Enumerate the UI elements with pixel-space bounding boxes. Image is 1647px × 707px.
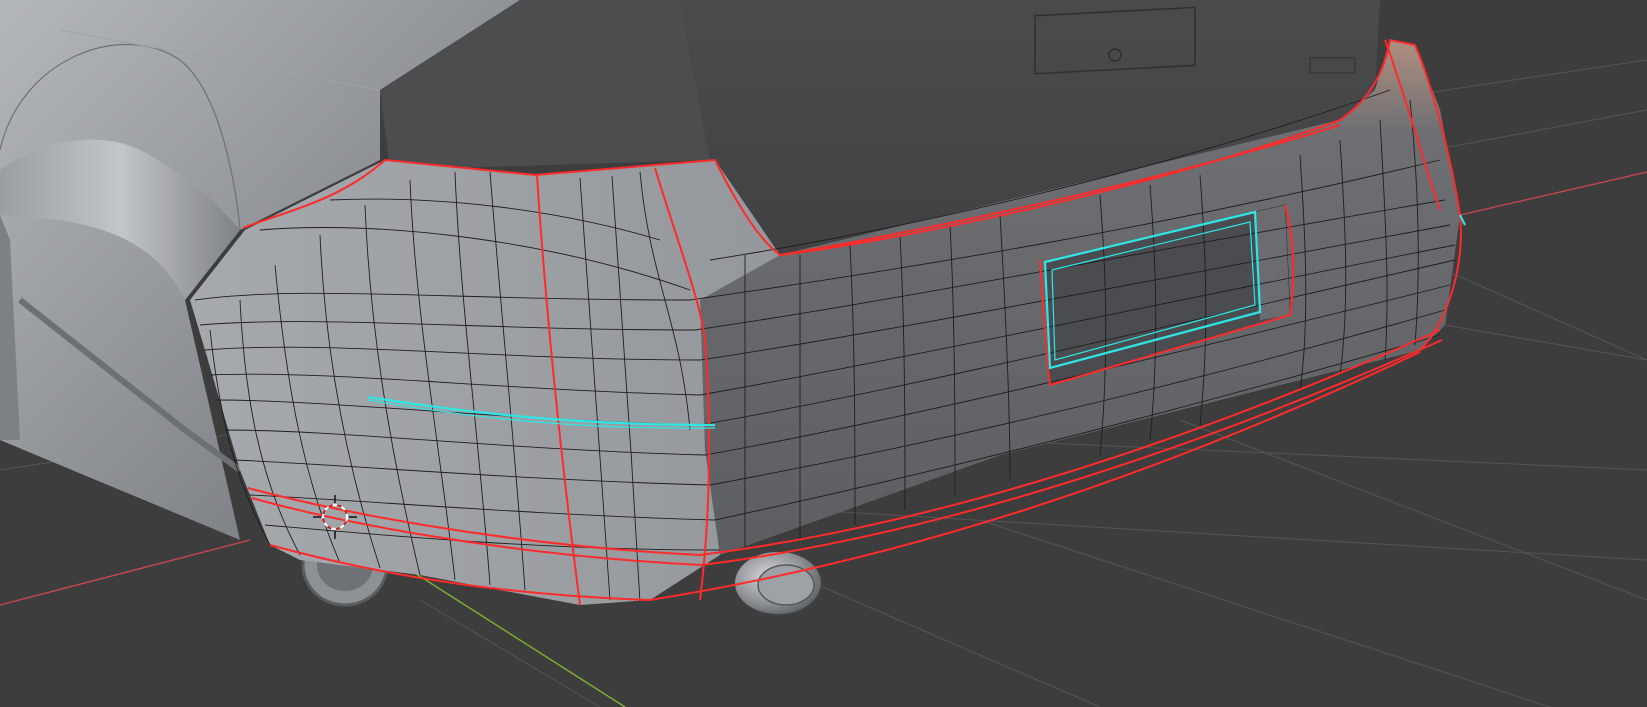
x-axis-line [0, 539, 251, 606]
3d-viewport[interactable] [0, 0, 1647, 707]
x-axis-line-right [1459, 171, 1647, 216]
viewport-canvas[interactable] [0, 0, 1647, 707]
